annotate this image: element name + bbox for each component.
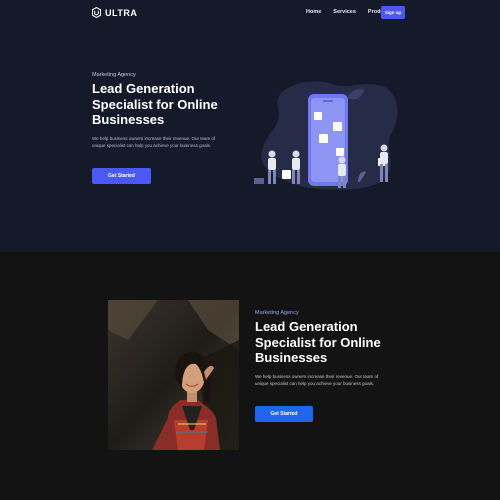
feature-eyebrow: Marketing Agency: [255, 310, 299, 316]
app-tile-icon: [314, 112, 322, 120]
signup-button[interactable]: Sign up: [381, 6, 405, 19]
hero-section: ULTRA Home Services Products Sign up Mar…: [0, 0, 500, 252]
hero-description: We help business owners increase their r…: [92, 136, 216, 148]
nav-links: Home Services Products: [306, 9, 392, 15]
phone-speaker: [323, 100, 333, 102]
logo[interactable]: ULTRA: [92, 7, 137, 18]
app-tile-icon: [319, 134, 328, 143]
nav-link-services[interactable]: Services: [333, 9, 356, 15]
app-tile-icon: [282, 170, 291, 179]
mobile-app-team-illustration: [254, 81, 398, 190]
logo-text: ULTRA: [105, 7, 138, 18]
woman-portrait-photo: [108, 300, 239, 450]
feature-description: We help business owners increase their r…: [255, 374, 379, 386]
hero-title: Lead Generation Specialist for Online Bu…: [92, 81, 218, 127]
person-left: [268, 150, 276, 184]
top-navbar: ULTRA Home Services Products Sign up: [0, 0, 500, 26]
floor-box: [254, 178, 264, 184]
nav-link-home[interactable]: Home: [306, 9, 321, 15]
app-tile-icon: [333, 122, 342, 131]
feature-section: [0, 252, 500, 500]
feature-title: Lead Generation Specialist for Online Bu…: [255, 319, 381, 365]
app-tile-icon: [336, 148, 344, 156]
hero-eyebrow: Marketing Agency: [92, 72, 136, 78]
hero-get-started-button[interactable]: Get Started: [92, 168, 151, 184]
logo-icon: [92, 7, 101, 18]
portrait-photo-drawing: [108, 300, 239, 450]
feature-get-started-button[interactable]: Get Started: [255, 406, 313, 422]
